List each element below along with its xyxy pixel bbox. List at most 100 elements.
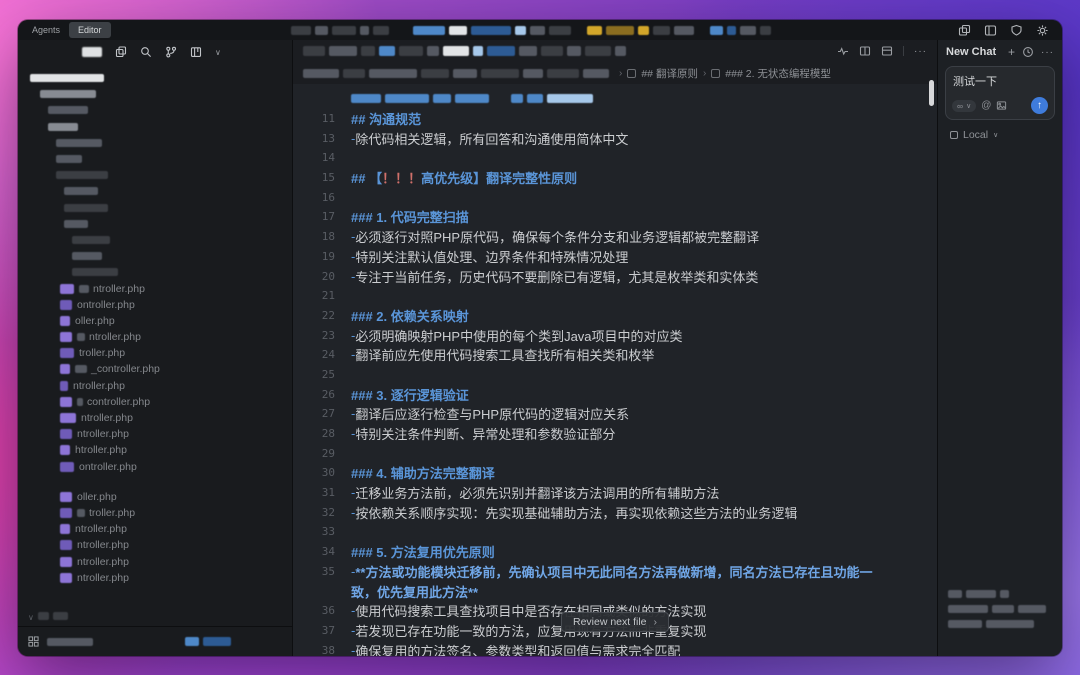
code-line[interactable]: 致，优先复用此方法** — [293, 581, 937, 601]
code-text: ！！！ — [382, 168, 421, 187]
code-line[interactable]: 22### 2. 依赖关系映射 — [293, 306, 937, 326]
tree-item[interactable]: oller.php — [30, 489, 292, 505]
tree-item[interactable]: ontroller.php — [30, 297, 292, 313]
chat-input-card[interactable]: 测试一下 ∞ ∨ @ ↑ — [945, 66, 1055, 120]
tree-item[interactable]: ntroller.php — [30, 537, 292, 553]
shield-icon[interactable] — [1010, 24, 1023, 37]
board-icon[interactable] — [190, 46, 202, 58]
code-text: 高优先级】翻译完整性原则 — [421, 168, 577, 187]
tree-item[interactable]: ntroller.php — [30, 521, 292, 537]
line-number: 27 — [299, 407, 335, 420]
activity-icon[interactable] — [837, 45, 849, 57]
copy-windows-icon[interactable] — [958, 24, 971, 37]
tree-item[interactable]: troller.php — [30, 345, 292, 361]
code-line[interactable]: 32- 按依赖关系顺序实现：先实现基础辅助方法，再实现依赖这些方法的业务逻辑 — [293, 502, 937, 522]
copy-icon[interactable] — [115, 46, 127, 58]
more-options-icon[interactable]: ··· — [1041, 47, 1054, 58]
tree-item[interactable] — [30, 86, 292, 102]
code-line[interactable]: 13- 除代码相关逻辑，所有回答和沟通使用简体中文 — [293, 128, 937, 148]
tree-item[interactable]: ntroller.php — [30, 426, 292, 442]
tree-item[interactable] — [30, 232, 292, 248]
tree-item[interactable]: oller.php — [30, 313, 292, 329]
tree-item[interactable]: ontroller.php — [30, 459, 292, 475]
tree-item[interactable] — [30, 70, 292, 86]
git-branch-icon[interactable] — [165, 46, 177, 58]
more-options-icon[interactable]: ··· — [914, 46, 927, 57]
code-line[interactable]: 38- 确保复用的方法签名、参数类型和返回值与需求完全匹配 — [293, 640, 937, 656]
local-context-selector[interactable]: Local ∨ — [938, 120, 1062, 150]
search-icon[interactable] — [140, 46, 152, 58]
tree-item[interactable]: htroller.php — [30, 442, 292, 458]
code-line[interactable]: 17### 1. 代码完整扫描 — [293, 207, 937, 227]
tab-agents[interactable]: Agents — [23, 22, 69, 38]
code-line[interactable] — [293, 89, 937, 109]
review-next-file-button[interactable]: Review next file › — [561, 612, 669, 632]
tree-item[interactable]: ntroller.php — [30, 378, 292, 394]
history-clock-icon[interactable] — [1022, 46, 1034, 58]
code-text: ### 3. 逐行逻辑验证 — [351, 385, 469, 404]
code-line[interactable]: 19- 特别关注默认值处理、边界条件和特殊情况处理 — [293, 247, 937, 267]
code-line[interactable]: 15## 【！！！高优先级】翻译完整性原则 — [293, 168, 937, 188]
send-button[interactable]: ↑ — [1031, 97, 1048, 114]
code-line[interactable]: 31- 迁移业务方法前，必须先识别并翻译该方法调用的所有辅助方法 — [293, 483, 937, 503]
tree-item[interactable] — [30, 119, 292, 135]
chevron-down-icon[interactable]: ∨ — [28, 613, 34, 622]
breadcrumb-segment[interactable]: ## 翻译原则 — [641, 66, 698, 81]
titlebar-redacted — [291, 26, 775, 35]
code-line[interactable]: 33 — [293, 522, 937, 542]
model-mode-selector[interactable]: ∞ ∨ — [952, 100, 976, 112]
code-line[interactable]: 28- 特别关注条件判断、异常处理和参数验证部分 — [293, 424, 937, 444]
tree-item[interactable]: ntroller.php — [30, 329, 292, 345]
code-line[interactable]: 34### 5. 方法复用优先原则 — [293, 542, 937, 562]
tree-item[interactable] — [30, 264, 292, 280]
code-line[interactable]: 30### 4. 辅助方法完整翻译 — [293, 463, 937, 483]
split-view-icon[interactable] — [859, 45, 871, 57]
tree-item[interactable]: ntroller.php — [30, 553, 292, 569]
gear-icon[interactable] — [1036, 24, 1049, 37]
code-line[interactable]: 11## 沟通规范 — [293, 109, 937, 129]
project-switcher[interactable] — [82, 47, 102, 57]
code-line[interactable]: 24- 翻译前应先使用代码搜索工具查找所有相关类和枚举 — [293, 345, 937, 365]
grid-icon[interactable] — [28, 636, 39, 647]
editor-scrollbar[interactable] — [929, 80, 934, 106]
code-line[interactable]: 16 — [293, 187, 937, 207]
chevron-down-icon[interactable]: ∨ — [215, 48, 221, 57]
layout-icon[interactable] — [984, 24, 997, 37]
tree-item[interactable]: ntroller.php — [30, 410, 292, 426]
chat-message-input[interactable]: 测试一下 — [953, 73, 1047, 89]
footer-redacted — [38, 612, 72, 622]
code-line[interactable]: 21 — [293, 286, 937, 306]
code-line[interactable]: 14 — [293, 148, 937, 168]
code-line[interactable]: 23- 必须明确映射PHP中使用的每个类到Java项目中的对应类 — [293, 325, 937, 345]
tree-item[interactable]: _controller.php — [30, 361, 292, 377]
tree-item[interactable] — [30, 183, 292, 199]
tree-item[interactable] — [30, 135, 292, 151]
tree-item[interactable] — [30, 200, 292, 216]
code-line[interactable]: 25 — [293, 365, 937, 385]
code-line[interactable]: 29 — [293, 443, 937, 463]
mention-icon[interactable]: @ — [981, 100, 991, 111]
tree-item[interactable] — [30, 248, 292, 264]
code-editor[interactable]: 11## 沟通规范13- 除代码相关逻辑，所有回答和沟通使用简体中文1415##… — [293, 84, 937, 656]
tree-item[interactable] — [30, 102, 292, 118]
tree-item[interactable]: troller.php — [30, 505, 292, 521]
image-attach-icon[interactable] — [996, 100, 1007, 111]
code-line[interactable]: 26### 3. 逐行逻辑验证 — [293, 384, 937, 404]
code-line[interactable]: 18- 必须逐行对照PHP原代码，确保每个条件分支和业务逻辑都被完整翻译 — [293, 227, 937, 247]
tree-item[interactable]: controller.php — [30, 394, 292, 410]
tree-item[interactable]: ntroller.php — [30, 570, 292, 586]
new-chat-plus-icon[interactable]: + — [1008, 46, 1015, 58]
code-line[interactable]: 27- 翻译后应逐行检查与PHP原代码的逻辑对应关系 — [293, 404, 937, 424]
tree-item[interactable]: ntroller.php — [30, 280, 292, 296]
tree-item[interactable] — [30, 216, 292, 232]
redacted-block — [393, 26, 409, 35]
tab-editor[interactable]: Editor — [69, 22, 111, 38]
breadcrumb-segment[interactable]: ### 2. 无状态编程模型 — [725, 66, 831, 81]
code-line[interactable]: 35- **方法或功能模块迁移前，先确认项目中无此同名方法再做新增，同名方法已存… — [293, 562, 937, 582]
tree-item[interactable] — [30, 151, 292, 167]
rows-icon[interactable] — [881, 45, 893, 57]
redacted-block — [587, 26, 602, 35]
code-line[interactable]: 20- 专注于当前任务，历史代码不要删除已有逻辑，尤其是枚举类和实体类 — [293, 266, 937, 286]
tree-item[interactable] — [30, 167, 292, 183]
code-text: ## 沟通规范 — [351, 109, 421, 128]
